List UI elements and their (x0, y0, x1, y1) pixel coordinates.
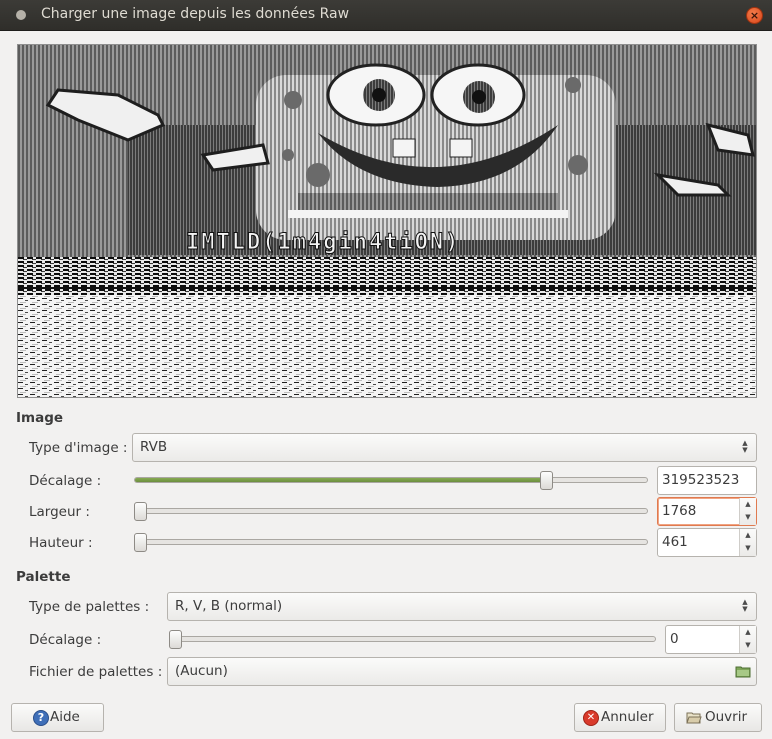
palette-offset-slider[interactable] (169, 636, 656, 642)
palette-type-value: R, V, B (normal) (175, 598, 283, 614)
open-button[interactable]: Ouvrir (674, 703, 762, 732)
spin-arrows-icon[interactable]: ▲ ▼ (739, 498, 756, 525)
folder-icon (735, 666, 751, 678)
spin-arrows-icon[interactable]: ▲ ▼ (739, 529, 756, 556)
image-type-value: RVB (140, 439, 168, 455)
cancel-icon: ✕ (583, 710, 599, 726)
image-width-label: Largeur : (29, 504, 90, 520)
palette-file-value: (Aucun) (175, 663, 228, 679)
image-height-slider[interactable] (134, 539, 648, 545)
image-offset-spinbox[interactable]: 319523523 (657, 466, 757, 495)
combo-arrows-icon: ▲ ▼ (742, 439, 748, 454)
palette-offset-label: Décalage : (29, 632, 102, 648)
image-width-slider[interactable] (134, 508, 648, 514)
cancel-button[interactable]: ✕ Annuler (574, 703, 666, 732)
image-height-value: 461 (662, 534, 688, 550)
help-icon: ? (33, 710, 49, 726)
image-section-header: Image (16, 410, 64, 426)
close-button[interactable]: × (746, 7, 763, 24)
image-offset-value: 319523523 (662, 472, 740, 488)
image-width-slider-handle[interactable] (134, 502, 147, 521)
image-offset-slider-handle[interactable] (539, 471, 553, 490)
combo-arrows-icon: ▲ ▼ (742, 598, 748, 613)
palette-file-chooser[interactable]: (Aucun) (167, 657, 757, 686)
palette-section-header: Palette (16, 569, 71, 585)
palette-offset-slider-handle[interactable] (169, 630, 182, 649)
preview-watermark-text: IMTLD(1m4gin4tiON) (186, 230, 460, 255)
image-offset-slider[interactable] (134, 477, 648, 483)
palette-file-label: Fichier de palettes : (29, 664, 163, 680)
spin-arrows-icon[interactable]: ▲ ▼ (739, 626, 756, 653)
cancel-button-label: Annuler (601, 709, 654, 725)
image-type-combo[interactable]: RVB ▲ ▼ (132, 433, 757, 462)
palette-type-combo[interactable]: R, V, B (normal) ▲ ▼ (167, 592, 757, 621)
image-type-label: Type d'image : (29, 440, 128, 456)
image-height-spinbox[interactable]: 461 ▲ ▼ (657, 528, 757, 557)
image-height-slider-handle[interactable] (134, 533, 147, 552)
image-offset-label: Décalage : (29, 473, 102, 489)
help-button[interactable]: ? Aide (11, 703, 104, 732)
help-button-label: Aide (50, 709, 80, 725)
open-button-label: Ouvrir (705, 709, 748, 725)
image-offset-slider-fill (135, 478, 550, 482)
image-width-spinbox[interactable]: 1768 ▲ ▼ (657, 497, 757, 526)
image-height-label: Hauteur : (29, 535, 93, 551)
open-folder-icon (686, 712, 702, 724)
palette-offset-spinbox[interactable]: 0 ▲ ▼ (665, 625, 757, 654)
image-width-value: 1768 (662, 503, 697, 519)
palette-offset-value: 0 (670, 631, 679, 647)
palette-type-label: Type de palettes : (29, 599, 150, 615)
raw-image-preview: IMTLD(1m4gin4tiON) (17, 44, 757, 398)
window-menu-icon[interactable] (16, 10, 26, 20)
title-bar: Charger une image depuis les données Raw… (0, 0, 772, 31)
close-icon: × (749, 9, 760, 22)
window-title: Charger une image depuis les données Raw (41, 6, 350, 22)
